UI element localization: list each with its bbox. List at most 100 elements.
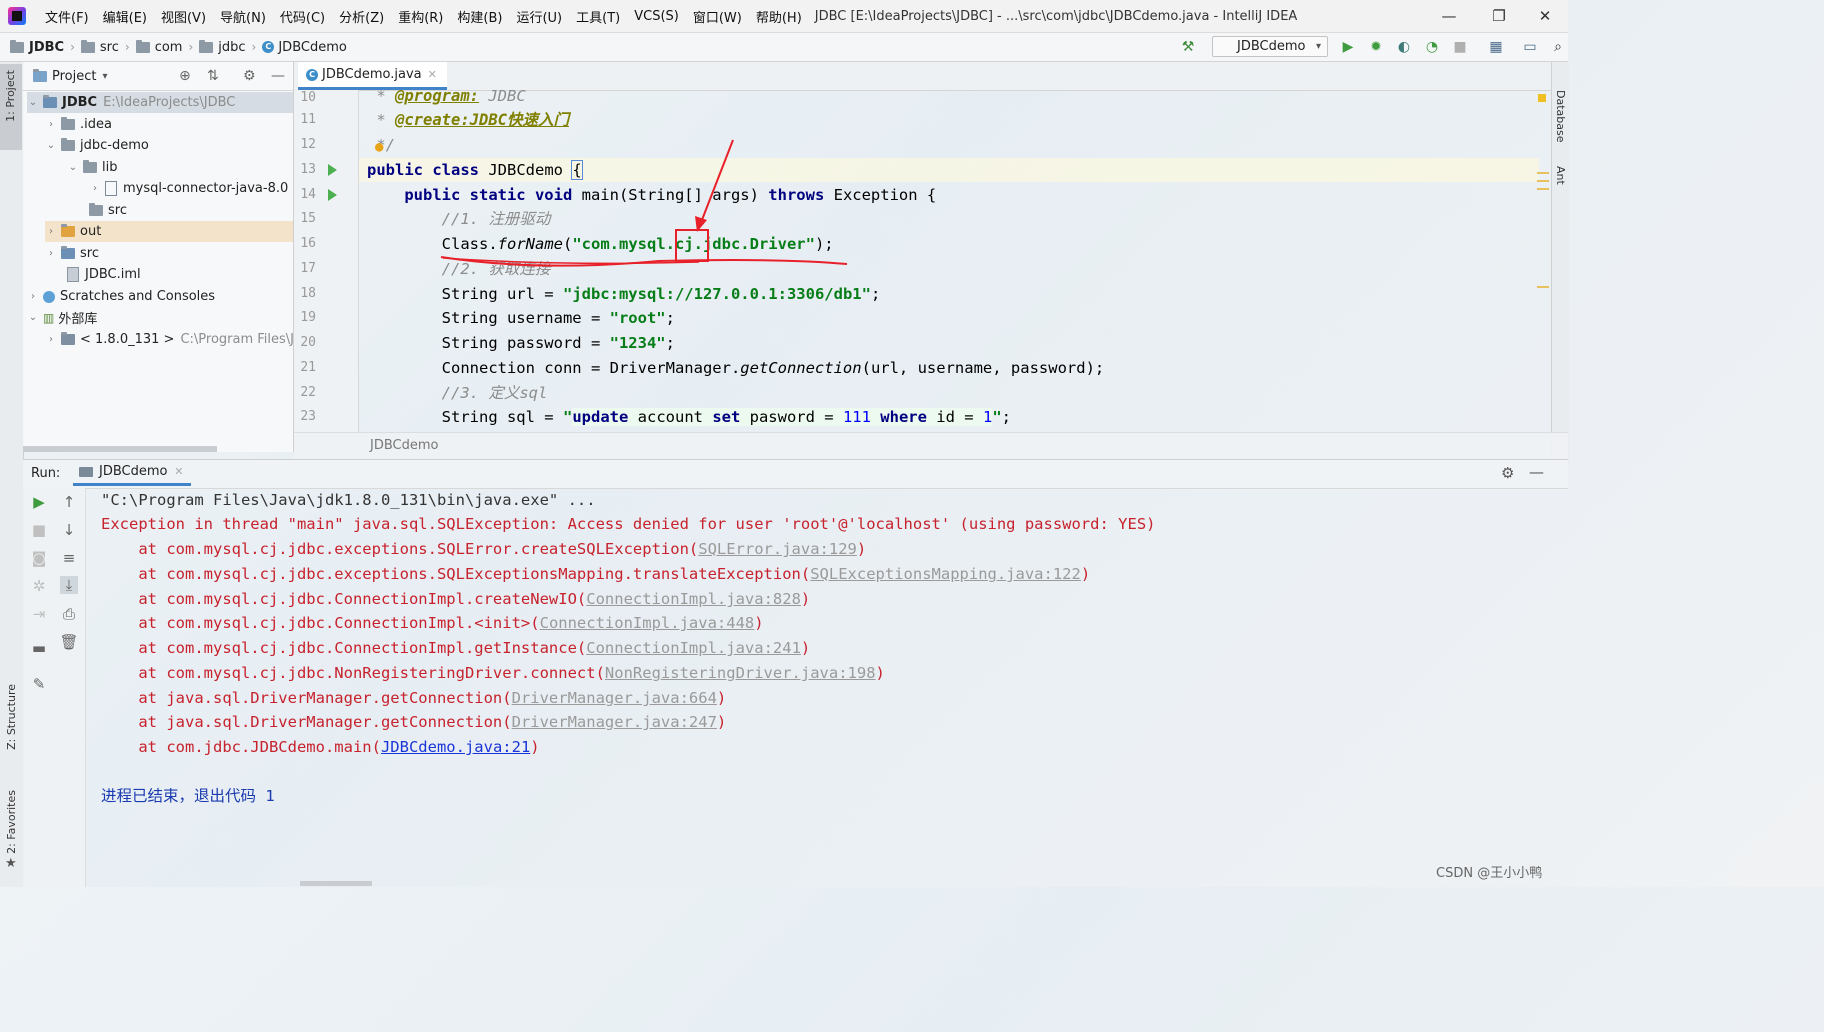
profile-icon[interactable]: ◔ xyxy=(1424,39,1440,55)
tree-node-src-inner[interactable]: src xyxy=(89,200,127,221)
menu-help[interactable]: 帮助(H) xyxy=(749,7,809,26)
collapsed-arrow-icon[interactable]: › xyxy=(45,248,57,259)
run-tab-jdbcdemo[interactable]: JDBCdemo ✕ xyxy=(73,460,192,486)
menu-view[interactable]: 视图(V) xyxy=(154,7,213,26)
run-class-icon[interactable] xyxy=(328,164,337,176)
favorites-tool-tab[interactable]: 2: Favorites xyxy=(5,790,18,854)
rerun-icon[interactable]: ▶ xyxy=(31,493,47,511)
close-tab-icon[interactable]: ✕ xyxy=(428,68,437,81)
menu-window[interactable]: 窗口(W) xyxy=(686,7,749,26)
menu-edit[interactable]: 编辑(E) xyxy=(96,7,154,26)
coverage-icon[interactable]: ◐ xyxy=(1396,39,1412,55)
tree-node-external-libraries[interactable]: ⌄ ▥ 外部库 xyxy=(27,307,98,328)
tree-node-scratches[interactable]: › Scratches and Consoles xyxy=(27,286,215,307)
build-hammer-icon[interactable]: ⚒ xyxy=(1180,39,1196,55)
tree-node-jdbc-iml[interactable]: JDBC.iml xyxy=(67,264,141,285)
tree-node-jdbc-root[interactable]: ⌄ JDBC E:\IdeaProjects\JDBC xyxy=(27,92,293,113)
breadcrumb-src[interactable]: src xyxy=(80,39,119,55)
breadcrumb-jdbc[interactable]: jdbc xyxy=(199,39,246,55)
stop-icon[interactable]: ■ xyxy=(31,521,47,539)
error-stripe-mark[interactable] xyxy=(1537,286,1549,288)
run-icon[interactable]: ▶ xyxy=(1340,39,1356,55)
editor-breadcrumb[interactable]: JDBCdemo xyxy=(370,438,438,453)
error-stripe-mark[interactable] xyxy=(1537,180,1549,182)
breadcrumb-class[interactable]: C JDBCdemo xyxy=(262,40,347,55)
collapsed-arrow-icon[interactable]: › xyxy=(27,291,39,302)
menu-navigate[interactable]: 导航(N) xyxy=(213,7,273,26)
menu-tools[interactable]: 工具(T) xyxy=(569,7,627,26)
source-link[interactable]: ConnectionImpl.java:241 xyxy=(586,639,801,657)
camera-icon[interactable]: ◙ xyxy=(31,549,47,567)
source-link[interactable]: DriverManager.java:664 xyxy=(512,689,717,707)
tree-node-out[interactable]: › out xyxy=(45,221,293,242)
horizontal-scrollbar[interactable] xyxy=(23,446,217,452)
hide-panel-icon[interactable]: — xyxy=(271,68,285,84)
warning-marker-icon[interactable] xyxy=(1538,94,1546,102)
scroll-to-end-icon[interactable]: ⤓ xyxy=(60,576,78,594)
error-stripe-mark[interactable] xyxy=(1537,188,1549,190)
soft-wrap-icon[interactable]: ≡ xyxy=(61,549,77,567)
source-link[interactable]: SQLExceptionsMapping.java:122 xyxy=(810,565,1081,583)
search-everywhere-icon[interactable]: ⌕ xyxy=(1550,39,1566,55)
tree-node-jdbc-demo[interactable]: ⌄ jdbc-demo xyxy=(45,135,149,156)
ant-tool-tab[interactable]: Ant xyxy=(1554,166,1567,185)
source-link[interactable]: SQLError.java:129 xyxy=(698,540,857,558)
collapsed-arrow-icon[interactable]: › xyxy=(45,226,57,237)
expand-arrow-icon[interactable]: ⌄ xyxy=(45,140,57,151)
source-link[interactable]: NonRegisteringDriver.java:198 xyxy=(605,664,876,682)
project-structure-icon[interactable]: ▦ xyxy=(1488,39,1504,55)
tree-node-jdk[interactable]: › < 1.8.0_131 > C:\Program Files\J xyxy=(45,329,294,350)
run-configuration-select[interactable]: JDBCdemo ▾ xyxy=(1212,36,1328,57)
menu-code[interactable]: 代码(C) xyxy=(273,7,332,26)
print-icon[interactable]: ⎙ xyxy=(61,605,77,623)
breadcrumb-com[interactable]: com xyxy=(135,39,182,55)
breadcrumb-project[interactable]: JDBC xyxy=(10,39,64,55)
maximize-button[interactable]: ❐ xyxy=(1476,0,1522,32)
expand-arrow-icon[interactable]: ⌄ xyxy=(27,312,39,323)
collapsed-arrow-icon[interactable]: › xyxy=(45,334,57,345)
menu-vcs[interactable]: VCS(S) xyxy=(627,9,686,24)
console-output[interactable]: "C:\Program Files\Java\jdk1.8.0_131\bin\… xyxy=(86,488,1568,887)
stop-icon[interactable]: ■ xyxy=(1452,39,1468,55)
expand-arrow-icon[interactable]: ⌄ xyxy=(27,97,39,108)
tree-node-mysql-connector[interactable]: › mysql-connector-java-8.0 xyxy=(89,178,288,199)
trash-icon[interactable]: 🗑 xyxy=(59,633,78,651)
collapsed-arrow-icon[interactable]: › xyxy=(45,119,57,130)
source-link[interactable]: JDBCdemo.java:21 xyxy=(381,738,530,756)
menu-file[interactable]: 文件(F) xyxy=(38,7,96,26)
database-tool-tab[interactable]: Database xyxy=(1554,90,1567,143)
menu-build[interactable]: 构建(B) xyxy=(450,7,509,26)
structure-tool-tab[interactable]: Z: Structure xyxy=(5,684,18,750)
collapse-all-icon[interactable]: ⇅ xyxy=(207,68,219,84)
tree-node-idea[interactable]: › .idea xyxy=(45,114,112,135)
gear-icon[interactable]: ⚙ xyxy=(243,68,256,84)
terminal-icon[interactable]: ▭ xyxy=(1522,39,1538,55)
error-stripe-mark[interactable] xyxy=(1537,172,1549,174)
debug-icon[interactable]: ✹ xyxy=(1368,39,1384,55)
source-link[interactable]: ConnectionImpl.java:448 xyxy=(540,614,755,632)
close-tab-icon[interactable]: ✕ xyxy=(174,465,183,478)
project-tool-tab[interactable]: 1: Project xyxy=(0,64,22,150)
project-view-select[interactable]: Project xyxy=(52,69,96,84)
close-window-button[interactable]: ✕ xyxy=(1522,0,1568,32)
pin-icon[interactable]: ✎ xyxy=(31,675,47,693)
gear-icon[interactable]: ⚙ xyxy=(1501,464,1514,482)
minimize-button[interactable]: — xyxy=(1426,0,1472,32)
menu-refactor[interactable]: 重构(R) xyxy=(391,7,450,26)
tab-jdbcdemo-java[interactable]: C JDBCdemo.java ✕ xyxy=(298,62,447,90)
source-link[interactable]: DriverManager.java:247 xyxy=(512,713,717,731)
hide-panel-icon[interactable]: — xyxy=(1529,463,1544,481)
tree-node-lib[interactable]: ⌄ lib xyxy=(67,157,117,178)
scroll-down-icon[interactable]: ↓ xyxy=(61,521,77,539)
tree-node-src[interactable]: › src xyxy=(45,243,99,264)
layout-icon[interactable]: ▬ xyxy=(31,639,47,657)
code-editor[interactable]: * @program: JDBC * @create:JDBC快速入门 */● … xyxy=(359,90,1539,432)
exit-icon[interactable]: ⇥ xyxy=(31,605,47,623)
settings-run-icon[interactable]: ✲ xyxy=(31,577,47,595)
menu-analyze[interactable]: 分析(Z) xyxy=(332,7,391,26)
run-main-icon[interactable] xyxy=(328,189,337,201)
source-link[interactable]: ConnectionImpl.java:828 xyxy=(586,590,801,608)
horizontal-scrollbar[interactable] xyxy=(300,881,372,886)
chevron-down-icon[interactable]: ▾ xyxy=(102,71,107,82)
expand-arrow-icon[interactable]: ⌄ xyxy=(67,162,79,173)
